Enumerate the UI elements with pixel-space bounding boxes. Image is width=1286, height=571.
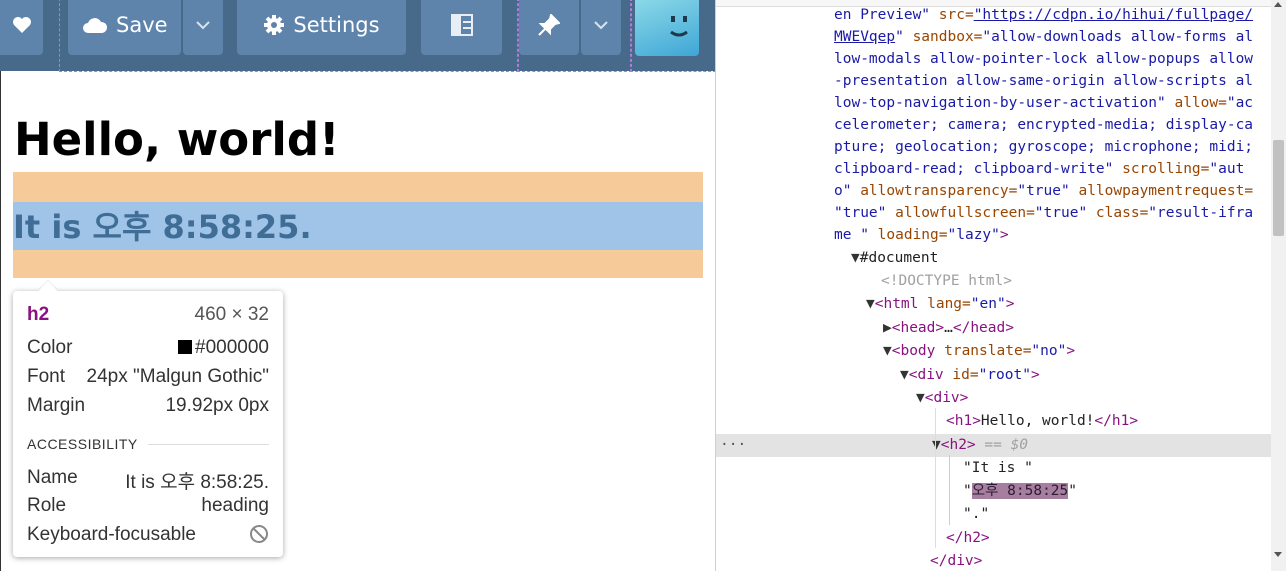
expand-triangle-icon[interactable]: ▼ <box>866 296 875 312</box>
code-line: pture; geolocation; gyroscope; microphon… <box>834 139 1254 155</box>
scroll-up-arrow[interactable] <box>1274 2 1282 7</box>
h1-node[interactable]: <h1>Hello, world!</h1> <box>946 410 1138 433</box>
expand-triangle-icon[interactable]: ▼ <box>900 367 909 383</box>
head-node[interactable]: ▶<head>…</head> <box>883 317 1014 340</box>
preview-pane: Save Settings Hello, world! It is 오후 8:5… <box>0 0 715 571</box>
text-search-highlight: 오후 8:58:25 <box>971 483 1069 499</box>
src-link[interactable]: "https://cdpn.io/hihui/fullpage/ <box>974 7 1253 23</box>
code-line: MWEVqep" sandbox="allow-downloads allow-… <box>834 29 1254 45</box>
collapse-triangle-icon[interactable]: ▶ <box>883 320 892 336</box>
code-line: low-top-navigation-by-user-activation" a… <box>834 95 1254 111</box>
page-heading: Hello, world! <box>14 113 340 166</box>
html-node[interactable]: ▼<html lang="en"> <box>866 293 1014 316</box>
text-node[interactable]: "." <box>963 503 989 526</box>
margin-highlight-top <box>13 172 703 202</box>
font-value: 24px "Malgun Gothic" <box>86 366 269 387</box>
div-node[interactable]: ▼<div> <box>916 387 968 410</box>
src-link[interactable]: MWEVqep <box>834 29 895 45</box>
code-line: "true" allowfullscreen="true" class="res… <box>834 205 1254 221</box>
color-label: Color <box>27 337 73 358</box>
expand-triangle-icon[interactable]: ▼ <box>916 390 925 406</box>
name-value: It is 오후 8:58:25. <box>125 472 269 493</box>
color-value: #000000 <box>195 337 269 358</box>
margin-highlight-bottom <box>13 250 703 278</box>
inspect-tooltip: h2 460 × 32 Color #000000 Font 24px "Mal… <box>13 281 283 557</box>
divider <box>147 443 269 445</box>
expand-triangle-icon[interactable]: ▼ <box>883 343 892 359</box>
h2-node[interactable]: ▼<h2> == $0 <box>932 434 1028 457</box>
heart-icon <box>12 16 31 33</box>
codepen-toolbar: Save Settings <box>0 0 715 72</box>
accessibility-header: ACCESSIBILITY <box>27 436 138 452</box>
margin-label: Margin <box>27 395 86 416</box>
clock-heading[interactable]: It is 오후 8:58:25. <box>13 202 312 252</box>
document-node[interactable]: ▼#document <box>851 247 938 270</box>
tooltip-tag: h2 <box>27 304 50 325</box>
focus-label: Keyboard-focusable <box>27 524 196 545</box>
scrollbar[interactable] <box>1271 0 1286 571</box>
root-div-node[interactable]: ▼<div id="root"> <box>900 364 1040 387</box>
devtools-elements-panel: en Preview" src="https://cdpn.io/hihui/f… <box>715 0 1286 571</box>
code-line: -presentation allow-same-origin allow-sc… <box>834 73 1254 89</box>
text-node[interactable]: "It is " <box>963 457 1033 480</box>
code-line: celerometer; camera; encrypted-media; di… <box>834 117 1254 133</box>
code-line: me " loading="lazy"> <box>834 227 1009 243</box>
toolbar-group-outline <box>630 0 715 72</box>
toolbar-group-outline <box>59 0 519 72</box>
code-line: en Preview" src="https://cdpn.io/hihui/f… <box>834 7 1254 23</box>
tooltip-size: 460 × 32 <box>194 304 270 325</box>
doctype-node[interactable]: <!DOCTYPE html> <box>881 270 1012 293</box>
div-close-tag: </div> <box>930 553 983 569</box>
body-node[interactable]: ▼<body translate="no"> <box>883 340 1075 363</box>
indent-guide <box>949 455 950 525</box>
role-label: Role <box>27 495 67 516</box>
scrollbar-thumb[interactable] <box>1273 140 1284 236</box>
more-actions-dots[interactable]: ··· <box>720 434 746 457</box>
expand-triangle-icon[interactable]: ▼ <box>851 250 860 266</box>
indent-guide <box>935 408 936 548</box>
scroll-down-arrow[interactable] <box>1274 552 1282 557</box>
h2-close-tag: </h2> <box>946 530 990 546</box>
name-label: Name <box>27 467 78 488</box>
heart-button[interactable] <box>0 0 43 55</box>
color-swatch <box>178 340 193 354</box>
expand-triangle-icon[interactable]: ▼ <box>932 437 941 453</box>
toolbar-group-outline <box>517 0 632 72</box>
font-label: Font <box>27 366 66 387</box>
code-line: clipboard-read; clipboard-write" scrolli… <box>834 161 1245 177</box>
role-value: heading <box>201 495 269 516</box>
color-value-group: #000000 <box>178 337 269 359</box>
not-allowed-icon <box>250 525 268 543</box>
margin-value: 19.92px 0px <box>165 395 269 416</box>
code-line: o" allowtransparency="true" allowpayment… <box>834 183 1254 199</box>
text-node[interactable]: "오후 8:58:25" <box>963 480 1077 503</box>
code-line: low-modals allow-pointer-lock allow-popu… <box>834 51 1254 67</box>
